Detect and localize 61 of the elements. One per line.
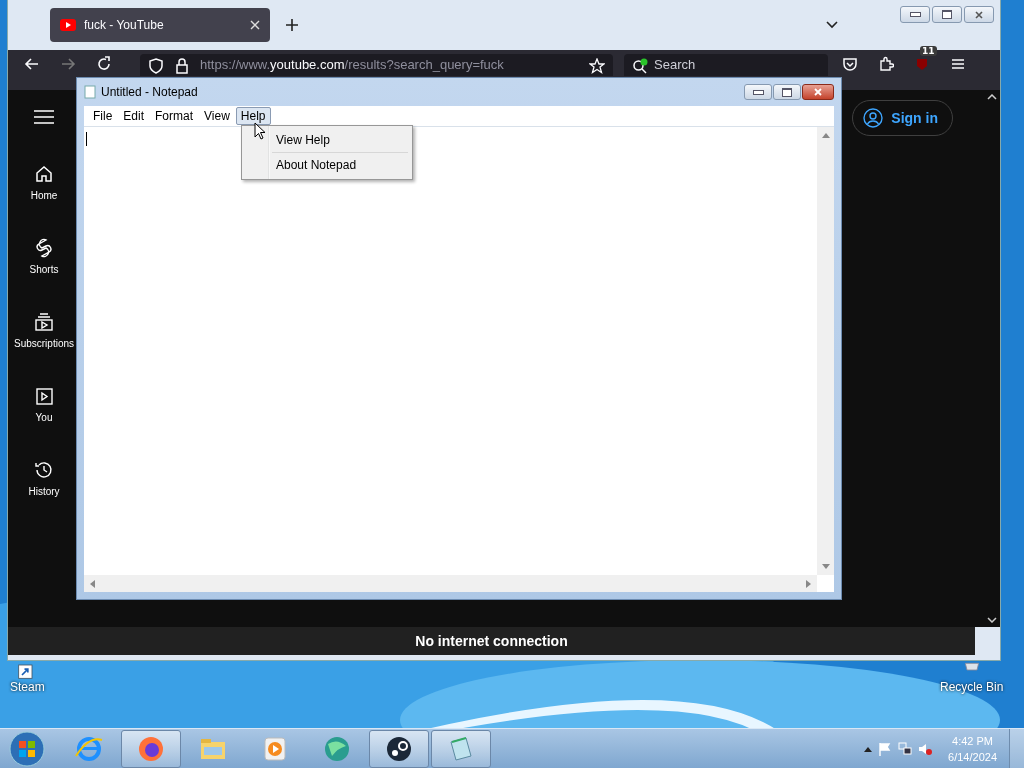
shield-icon xyxy=(148,58,164,74)
video-logo-icon xyxy=(60,19,76,31)
notification-badge: 11 xyxy=(920,46,937,56)
sidebar-item[interactable]: You xyxy=(8,386,80,460)
sidebar-item[interactable]: Subscriptions xyxy=(8,312,80,386)
status-text: No internet connection xyxy=(415,633,568,649)
sidebar-item[interactable]: Home xyxy=(8,164,80,238)
menu-option[interactable]: View Help xyxy=(244,128,410,152)
new-tab-icon[interactable] xyxy=(286,19,298,31)
desktop-icon-label[interactable]: Recycle Bin xyxy=(940,680,1004,694)
minimize-button[interactable] xyxy=(900,6,930,23)
menu-icon[interactable] xyxy=(950,56,966,72)
search-field[interactable]: Search xyxy=(624,54,828,76)
taskbar-app[interactable] xyxy=(369,730,429,768)
lock-icon xyxy=(174,58,190,74)
puzzle-icon[interactable] xyxy=(878,56,894,72)
close-icon xyxy=(974,10,984,19)
sidebar-item[interactable]: History xyxy=(8,460,80,534)
account-icon xyxy=(863,108,884,128)
menu-option[interactable]: About Notepad xyxy=(244,153,410,177)
pocket-icon[interactable] xyxy=(842,56,858,72)
network-icon[interactable] xyxy=(898,742,913,756)
reload-icon[interactable] xyxy=(96,56,112,72)
close-icon xyxy=(813,88,823,96)
url-text: https://www.youtube.com/results?search_query=fuck xyxy=(200,58,505,72)
maximize-button[interactable] xyxy=(773,84,801,100)
menu-icon[interactable] xyxy=(34,110,54,124)
scroll-left-icon[interactable] xyxy=(90,579,95,588)
back-icon[interactable] xyxy=(24,56,40,72)
home-icon xyxy=(34,164,54,184)
start-button[interactable] xyxy=(9,731,45,767)
menu-item[interactable]: Format xyxy=(150,107,199,125)
history-icon xyxy=(34,460,54,480)
cursor-icon xyxy=(254,122,266,140)
forward-icon[interactable] xyxy=(60,56,76,72)
menu-item[interactable]: Help xyxy=(235,107,271,125)
scroll-right-icon[interactable] xyxy=(806,579,811,588)
notepad-icon xyxy=(84,85,96,99)
menu-item[interactable]: File xyxy=(88,107,118,125)
close-button[interactable] xyxy=(964,6,994,23)
address-bar[interactable]: https://www.youtube.com/results?search_query=fuck xyxy=(140,54,613,76)
tab-title: fuck - YouTube xyxy=(84,18,165,32)
minimize-button[interactable] xyxy=(744,84,772,100)
search-icon xyxy=(632,58,648,74)
show-hidden-icon[interactable] xyxy=(864,746,873,752)
menu-item[interactable]: Edit xyxy=(118,107,150,125)
star-icon[interactable] xyxy=(589,58,605,74)
browser-tab[interactable]: fuck - YouTube xyxy=(50,8,270,42)
close-button[interactable] xyxy=(802,84,834,100)
you-icon xyxy=(34,386,54,406)
close-icon[interactable] xyxy=(250,20,260,30)
muted-speaker-icon[interactable] xyxy=(918,742,933,756)
shorts-icon xyxy=(34,238,54,258)
menu-item[interactable]: View xyxy=(199,107,235,125)
scroll-down-icon[interactable] xyxy=(986,617,997,623)
subscriptions-icon xyxy=(34,312,54,332)
sidebar-item[interactable]: Shorts xyxy=(8,238,80,312)
window-title: Untitled - Notepad xyxy=(101,85,198,99)
scroll-up-icon[interactable] xyxy=(986,94,997,100)
maximize-button[interactable] xyxy=(932,6,962,23)
chevron-down-icon[interactable] xyxy=(826,21,838,29)
